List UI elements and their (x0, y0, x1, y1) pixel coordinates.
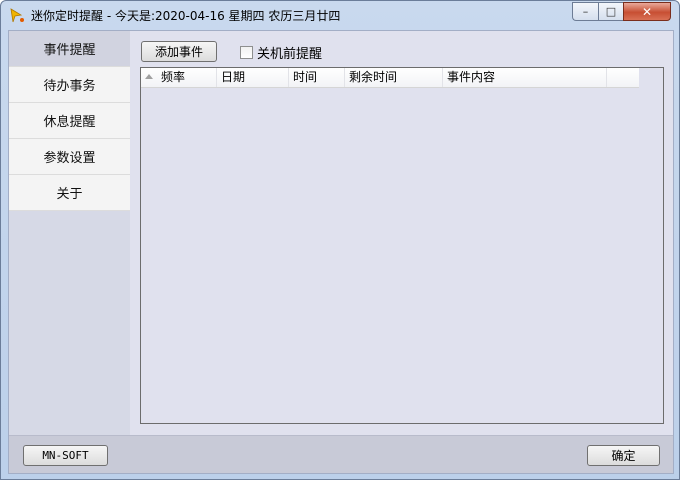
brand-button[interactable]: MN-SOFT (23, 445, 108, 466)
title-bar[interactable]: 迷你定时提醒 - 今天是:2020-04-16 星期四 农历三月廿四 – □ ✕ (1, 1, 679, 29)
maximize-icon: □ (605, 5, 617, 18)
bell-icon (10, 8, 24, 23)
sidebar-item-label: 休息提醒 (43, 115, 96, 130)
add-event-button[interactable]: 添加事件 (141, 41, 217, 62)
column-header-remaining[interactable]: 剩余时间 (345, 68, 443, 87)
close-button[interactable]: ✕ (623, 2, 671, 21)
sidebar-item-label: 待办事务 (43, 79, 96, 94)
column-header-date[interactable]: 日期 (217, 68, 289, 87)
sidebar-item-label: 参数设置 (43, 151, 96, 166)
sidebar-item-rest-reminder[interactable]: 休息提醒 (9, 103, 130, 139)
sort-ascending-icon (145, 74, 153, 79)
ok-button[interactable]: 确定 (587, 445, 660, 466)
column-header-filler (607, 68, 639, 87)
sidebar-item-about[interactable]: 关于 (9, 175, 130, 211)
maximize-button[interactable]: □ (598, 2, 623, 21)
close-icon: ✕ (641, 4, 653, 19)
event-list[interactable]: 频率 日期 时间 剩余时间 事件内容 (140, 67, 664, 424)
sidebar-item-settings[interactable]: 参数设置 (9, 139, 130, 175)
minimize-icon: – (582, 5, 589, 18)
shutdown-remind-label[interactable]: 关机前提醒 (257, 43, 322, 62)
window-title: 迷你定时提醒 - 今天是:2020-04-16 星期四 农历三月廿四 (31, 9, 341, 23)
main-panel: 添加事件 关机前提醒 频率 日期 时间 剩余时间 事件内容 (130, 31, 673, 435)
column-header-frequency[interactable]: 频率 (141, 68, 217, 87)
column-header-time[interactable]: 时间 (289, 68, 345, 87)
sidebar-item-todo[interactable]: 待办事务 (9, 67, 130, 103)
minimize-button[interactable]: – (572, 2, 598, 21)
sidebar: 事件提醒 待办事务 休息提醒 参数设置 关于 (9, 31, 130, 435)
app-window: 迷你定时提醒 - 今天是:2020-04-16 星期四 农历三月廿四 – □ ✕… (0, 0, 680, 480)
shutdown-remind-checkbox[interactable] (240, 46, 253, 59)
sidebar-item-label: 关于 (56, 187, 83, 202)
sidebar-item-label: 事件提醒 (43, 43, 96, 58)
column-header-content[interactable]: 事件内容 (443, 68, 607, 87)
client-area: 事件提醒 待办事务 休息提醒 参数设置 关于 添加事件 关机前提醒 频率 日期 … (8, 30, 674, 474)
sidebar-item-event-reminder[interactable]: 事件提醒 (9, 31, 130, 67)
shutdown-remind-option[interactable]: 关机前提醒 (240, 43, 322, 62)
list-header: 频率 日期 时间 剩余时间 事件内容 (141, 68, 639, 88)
footer-bar: MN-SOFT 确定 (9, 435, 673, 473)
